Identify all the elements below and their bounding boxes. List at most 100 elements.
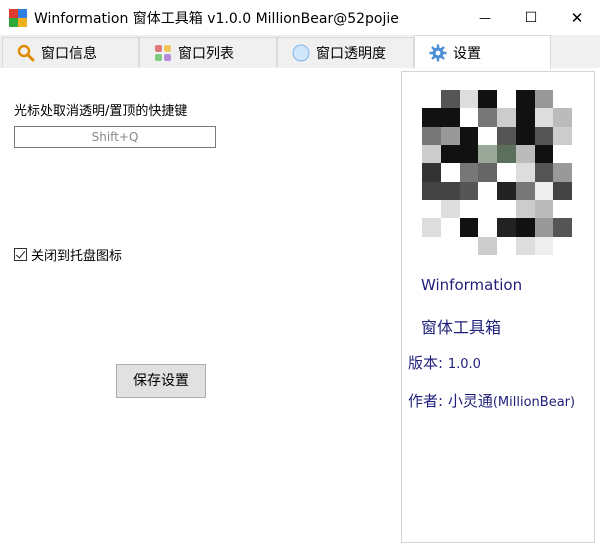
maximize-icon: ☐ — [524, 9, 538, 26]
qr-cell — [422, 236, 441, 255]
minimize-button[interactable]: — — [462, 0, 508, 35]
qr-cell — [478, 90, 497, 109]
version-value: 1.0.0 — [447, 357, 481, 372]
close-icon: ✕ — [570, 8, 584, 27]
qr-cell — [422, 163, 441, 182]
qr-cell — [497, 90, 516, 109]
qr-cell — [534, 236, 554, 255]
tray-checkbox-row[interactable]: 关闭到托盘图标 — [14, 245, 122, 264]
tab-strip: 窗口信息 窗口列表 窗口透明度 设置 — [0, 35, 600, 69]
qr-cell — [553, 90, 572, 109]
tab-window-info[interactable]: 窗口信息 — [2, 37, 139, 67]
tab-settings[interactable]: 设置 — [414, 35, 551, 69]
window-title: Winformation 窗体工具箱 v1.0.0 MillionBear@52… — [34, 11, 399, 27]
qr-cell — [553, 236, 572, 255]
about-version: 版本: 1.0.0 — [408, 352, 481, 373]
qr-cell — [422, 181, 441, 200]
qr-cell — [553, 163, 572, 182]
qr-cell — [440, 108, 460, 127]
qr-cell — [422, 218, 441, 237]
qr-cell — [497, 108, 516, 127]
qr-cell — [534, 126, 554, 145]
qr-cell — [459, 126, 479, 145]
qr-cell — [440, 145, 460, 164]
qr-cell — [497, 181, 516, 200]
qr-cell — [515, 90, 535, 109]
qr-cell — [553, 181, 572, 200]
about-app-subtitle: 窗体工具箱 — [421, 318, 502, 337]
qr-cell — [459, 163, 479, 182]
tab-label: 设置 — [453, 45, 481, 62]
qr-cell — [478, 126, 497, 145]
maximize-button[interactable]: ☐ — [508, 0, 554, 35]
qr-cell — [459, 236, 479, 255]
qr-cell — [534, 181, 554, 200]
qr-cell — [553, 218, 572, 237]
save-settings-button[interactable]: 保存设置 — [116, 364, 206, 398]
qr-code-image — [422, 90, 572, 255]
qr-cell — [497, 218, 516, 237]
qr-cell — [534, 163, 554, 182]
qr-cell — [515, 218, 535, 237]
tab-window-list[interactable]: 窗口列表 — [139, 37, 277, 67]
qr-cell — [534, 200, 554, 219]
qr-cell — [422, 126, 441, 145]
qr-cell — [459, 200, 479, 219]
qr-cell — [440, 126, 460, 145]
app-logo-icon — [9, 9, 27, 27]
qr-cell — [497, 236, 516, 255]
title-bar: Winformation 窗体工具箱 v1.0.0 MillionBear@52… — [0, 0, 600, 35]
qr-cell — [440, 90, 460, 109]
hotkey-label: 光标处取消透明/置顶的快捷键 — [14, 104, 188, 119]
qr-cell — [459, 108, 479, 127]
qr-cell — [515, 181, 535, 200]
qr-cell — [497, 145, 516, 164]
about-app-name: Winformation — [421, 276, 523, 294]
qr-cell — [422, 108, 441, 127]
qr-cell — [422, 200, 441, 219]
qr-cell — [534, 218, 554, 237]
qr-cell — [478, 108, 497, 127]
qr-cell — [459, 90, 479, 109]
qr-cell — [497, 126, 516, 145]
qr-cell — [553, 126, 572, 145]
circle-transparency-icon — [292, 44, 310, 62]
hotkey-input[interactable]: Shift+Q — [14, 126, 216, 148]
qr-cell — [440, 200, 460, 219]
author-handle: (MillionBear) — [492, 395, 576, 410]
qr-cell — [422, 90, 441, 109]
list-blocks-icon — [154, 44, 172, 62]
qr-cell — [515, 163, 535, 182]
author-label: 作者: — [408, 392, 444, 410]
qr-cell — [478, 163, 497, 182]
tab-window-transparency[interactable]: 窗口透明度 — [277, 37, 414, 67]
version-label: 版本: — [408, 354, 444, 372]
magnifier-icon — [17, 44, 35, 62]
tray-checkbox[interactable] — [14, 248, 27, 261]
qr-cell — [534, 145, 554, 164]
qr-cell — [497, 163, 516, 182]
qr-cell — [478, 218, 497, 237]
author-value: 小灵通 — [447, 392, 493, 410]
qr-cell — [534, 90, 554, 109]
qr-cell — [459, 218, 479, 237]
qr-cell — [515, 126, 535, 145]
qr-cell — [553, 108, 572, 127]
qr-cell — [440, 236, 460, 255]
qr-cell — [478, 200, 497, 219]
qr-cell — [515, 200, 535, 219]
qr-cell — [478, 145, 497, 164]
tab-label: 窗口透明度 — [316, 45, 386, 62]
qr-cell — [515, 145, 535, 164]
qr-cell — [553, 145, 572, 164]
qr-cell — [440, 163, 460, 182]
qr-cell — [553, 200, 572, 219]
qr-cell — [478, 236, 497, 255]
qr-cell — [440, 181, 460, 200]
qr-cell — [497, 200, 516, 219]
close-button[interactable]: ✕ — [554, 0, 600, 35]
qr-cell — [515, 236, 535, 255]
about-author: 作者: 小灵通(MillionBear) — [408, 390, 575, 411]
qr-cell — [459, 145, 479, 164]
qr-cell — [515, 108, 535, 127]
